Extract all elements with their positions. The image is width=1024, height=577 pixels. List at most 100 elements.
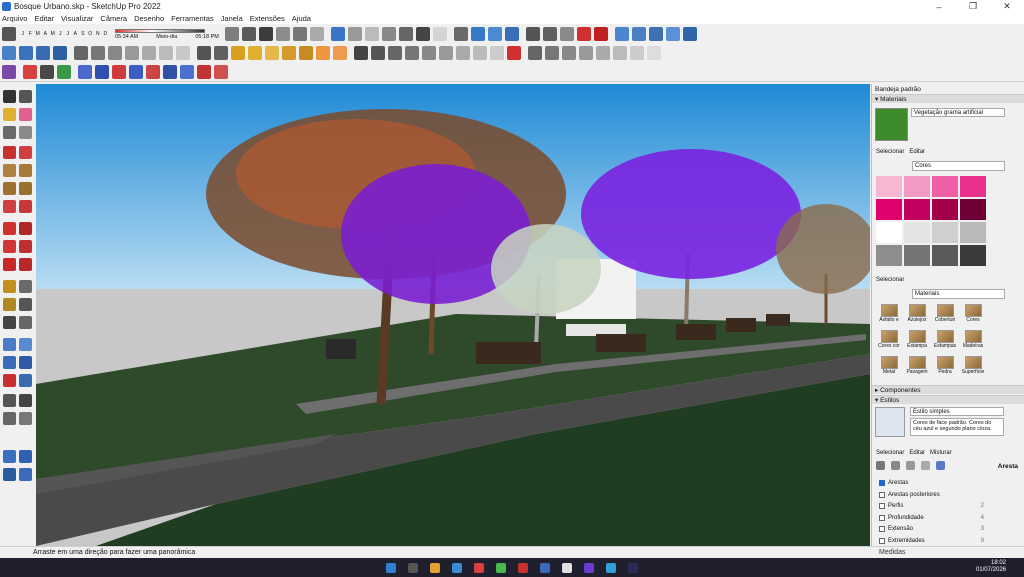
edge-option-checkbox[interactable] <box>879 537 885 544</box>
sandbox-contours-icon[interactable] <box>630 46 644 60</box>
zoom-window-icon[interactable] <box>19 356 32 369</box>
teapot-icon[interactable] <box>125 46 139 60</box>
menu-ajuda[interactable]: Ajuda <box>292 14 311 23</box>
orbit-icon[interactable] <box>2 46 16 60</box>
sandbox-tool-1-icon[interactable] <box>3 450 16 463</box>
solid-trim-icon[interactable] <box>648 27 663 41</box>
color-swatch[interactable] <box>960 245 986 266</box>
tab-select[interactable]: Selecionar <box>876 149 904 155</box>
circle-tool-icon[interactable] <box>3 182 16 195</box>
axes-icon[interactable] <box>265 46 279 60</box>
layers-icon[interactable] <box>525 27 540 41</box>
material-category-item[interactable]: Pedra <box>932 356 958 379</box>
3dtext-tool-icon[interactable] <box>19 316 32 329</box>
material-category-item[interactable]: Madeiras <box>960 330 986 353</box>
sketchup-taskbar-icon[interactable] <box>540 562 550 573</box>
sandbox-tool-2-icon[interactable] <box>19 450 32 463</box>
menu-camera[interactable]: Câmera <box>100 14 127 23</box>
minimize-button[interactable]: – <box>922 0 956 13</box>
modeling-settings-icon[interactable] <box>936 461 945 470</box>
edge-option-value[interactable]: 2 <box>981 503 984 509</box>
previous-view-icon[interactable] <box>19 374 32 387</box>
extension-blue-4-icon[interactable] <box>163 65 177 79</box>
dimension-icon[interactable] <box>248 46 262 60</box>
paint-bucket-icon[interactable] <box>91 46 105 60</box>
tape-icon[interactable] <box>299 46 313 60</box>
shaded-icon[interactable] <box>381 27 396 41</box>
app-icon[interactable] <box>628 562 638 573</box>
back-view-icon[interactable] <box>309 27 324 41</box>
extension-blue-5-icon[interactable] <box>180 65 194 79</box>
top-view-icon[interactable] <box>275 27 290 41</box>
edge-option-row[interactable]: Perfis 2 <box>879 503 1019 509</box>
protractor-icon[interactable] <box>159 46 173 60</box>
scenes-icon[interactable] <box>354 46 368 60</box>
color-swatch[interactable] <box>904 199 930 220</box>
3d-viewport[interactable] <box>36 84 870 546</box>
style-name-field[interactable]: Estilo simples <box>910 407 1004 416</box>
color-swatch[interactable] <box>904 176 930 197</box>
section-plane-icon[interactable] <box>224 27 239 41</box>
sandbox-flip-icon[interactable] <box>596 46 610 60</box>
tab-edit[interactable]: Editar <box>909 149 925 155</box>
material-category-item[interactable]: Cores <box>960 304 986 327</box>
sandbox-tool-3-icon[interactable] <box>3 468 16 481</box>
arc-tool-icon[interactable] <box>3 200 16 213</box>
dimension-tool-icon[interactable] <box>19 280 32 293</box>
chrome-icon[interactable] <box>496 562 506 573</box>
sandbox-add-detail-icon[interactable] <box>579 46 593 60</box>
solid-union-icon[interactable] <box>614 27 629 41</box>
app-icon[interactable] <box>474 562 484 573</box>
styles-section-header[interactable]: ▾ Estilos <box>872 395 1024 404</box>
section-tool-icon[interactable] <box>19 412 32 425</box>
shaded-textures-icon[interactable] <box>398 27 413 41</box>
style-tab-select[interactable]: Selecionar <box>876 450 904 456</box>
edge-option-row[interactable]: Extensão 3 <box>879 526 1019 532</box>
rotated-rect-icon[interactable] <box>19 164 32 177</box>
right-view-icon[interactable] <box>405 46 419 60</box>
menu-visualizar[interactable]: Visualizar <box>61 14 93 23</box>
move-tool-icon[interactable] <box>3 222 16 235</box>
solid-split-icon[interactable] <box>665 27 680 41</box>
line-tool-icon[interactable] <box>3 146 16 159</box>
extension-red-2-icon[interactable] <box>146 65 160 79</box>
color-swatch[interactable] <box>876 222 902 243</box>
ruler-icon[interactable] <box>142 46 156 60</box>
extension-blue-2-icon[interactable] <box>95 65 109 79</box>
freehand-icon[interactable] <box>19 146 32 159</box>
edge-option-checkbox[interactable] <box>879 480 885 486</box>
3d-text-icon[interactable] <box>282 46 296 60</box>
orbit-tool-icon[interactable] <box>3 338 16 351</box>
style-tab-mix[interactable]: Misturar <box>930 450 952 456</box>
style-icon[interactable] <box>432 27 447 41</box>
solid-shell-icon[interactable] <box>682 27 697 41</box>
zoom-extents-tool-icon[interactable] <box>3 374 16 387</box>
walk-icon[interactable] <box>559 27 574 41</box>
browser-icon[interactable] <box>452 562 462 573</box>
axes-tool-icon[interactable] <box>3 316 16 329</box>
face-settings-icon[interactable] <box>891 461 900 470</box>
edge-option-row[interactable]: Extremidades 9 <box>879 537 1019 544</box>
material-category-item[interactable]: Pavagem <box>904 356 930 379</box>
red-tool-icon[interactable] <box>576 27 591 41</box>
zoom-icon[interactable] <box>36 46 50 60</box>
shadow-time-slider[interactable] <box>115 29 205 33</box>
offset-tool-icon[interactable] <box>19 258 32 271</box>
material-category-item[interactable]: Coberturi <box>932 304 958 327</box>
materials-dropdown[interactable]: Materiais <box>912 289 1005 299</box>
left-view-icon[interactable] <box>422 46 436 60</box>
eraser-tool-icon[interactable] <box>19 108 32 121</box>
material-name-field[interactable]: Vegetação grama artificial <box>911 108 1005 117</box>
menu-arquivo[interactable]: Arquivo <box>2 14 27 23</box>
color-swatch[interactable] <box>932 199 958 220</box>
color-swatch[interactable] <box>904 222 930 243</box>
menu-extensoes[interactable]: Extensões <box>250 14 285 23</box>
extension-blue-3-icon[interactable] <box>129 65 143 79</box>
file-explorer-icon[interactable] <box>430 562 440 573</box>
position-camera-icon[interactable] <box>3 394 16 407</box>
color-swatch[interactable] <box>904 245 930 266</box>
app-icon[interactable] <box>562 562 572 573</box>
sandbox-stamp-icon[interactable] <box>545 46 559 60</box>
stack-icon[interactable] <box>176 46 190 60</box>
sandbox-tool-4-icon[interactable] <box>19 468 32 481</box>
